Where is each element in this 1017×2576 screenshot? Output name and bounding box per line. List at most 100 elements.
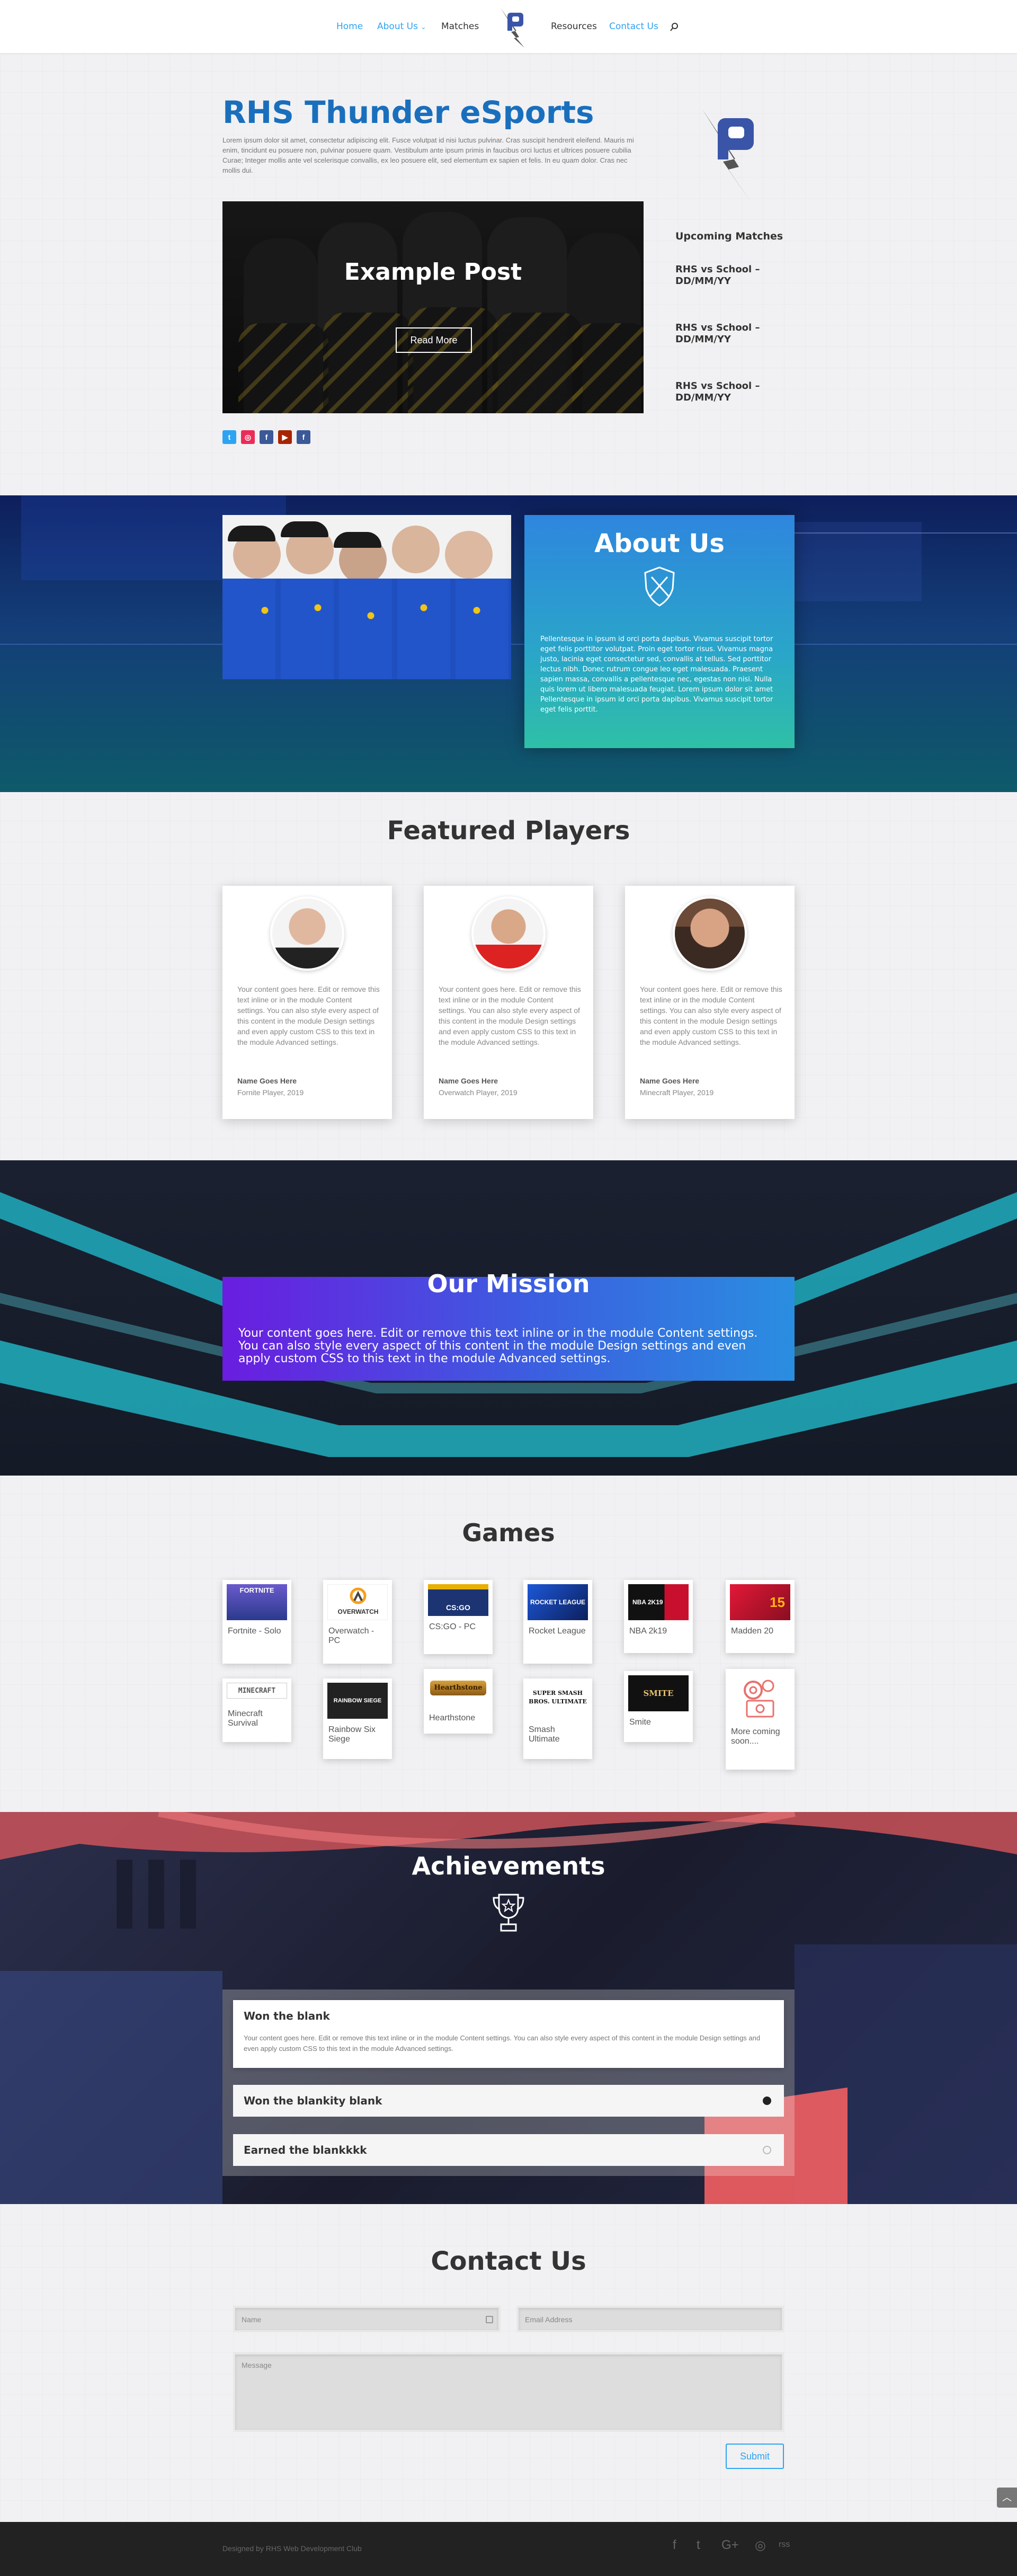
- nav-home[interactable]: Home: [336, 21, 363, 32]
- game-label: Smash Ultimate: [529, 1725, 560, 1744]
- hearthstone-logo: Hearthstone: [430, 1681, 486, 1695]
- game-card-more[interactable]: More coming soon....: [726, 1669, 795, 1770]
- overwatch-thumbnail: OVERWATCH: [327, 1584, 388, 1620]
- game-label: Rainbow Six Siege: [328, 1725, 376, 1744]
- page-title: RHS Thunder eSports: [222, 94, 594, 130]
- facebook-icon-2[interactable]: f: [297, 430, 310, 444]
- player-card: Your content goes here. Edit or remove t…: [625, 886, 795, 1119]
- game-label: Overwatch - PC: [328, 1627, 374, 1645]
- nav-matches[interactable]: Matches: [441, 21, 479, 32]
- instagram-icon[interactable]: ◎: [755, 2538, 766, 2553]
- accordion-title: Won the blank: [244, 2010, 330, 2022]
- game-label: More coming soon....: [731, 1727, 780, 1746]
- match-item: RHS vs School – DD/MM/YY: [675, 264, 760, 287]
- game-card-csgo[interactable]: CS:GO CS:GO - PC: [424, 1580, 493, 1654]
- nav-resources[interactable]: Resources: [551, 21, 597, 32]
- google-plus-icon[interactable]: G+: [721, 2538, 739, 2553]
- youtube-icon[interactable]: ▶: [278, 430, 292, 444]
- match-item: RHS vs School – DD/MM/YY: [675, 322, 760, 345]
- name-placeholder: Name: [242, 2315, 262, 2324]
- player-role: Overwatch Player, 2019: [439, 1088, 518, 1097]
- email-placeholder: Email Address: [525, 2315, 573, 2324]
- rss-icon[interactable]: rss: [779, 2540, 790, 2550]
- site-footer: Designed by RHS Web Development Club f t…: [0, 2522, 1017, 2576]
- trophy-icon: [493, 1894, 524, 1932]
- instagram-icon[interactable]: ◎: [241, 430, 255, 444]
- player-role: Minecraft Player, 2019: [640, 1088, 714, 1097]
- twitter-icon[interactable]: t: [222, 430, 236, 444]
- game-card-smash[interactable]: SUPER SMASH BROS. ULTIMATE Smash Ultimat…: [523, 1678, 592, 1759]
- back-to-top-button[interactable]: ︿: [997, 2488, 1017, 2508]
- autofill-icon[interactable]: [486, 2316, 493, 2323]
- game-card-rainbow-six[interactable]: RAINBOW SIEGE Rainbow Six Siege: [323, 1678, 392, 1759]
- accordion-text: Your content goes here. Edit or remove t…: [244, 2034, 761, 2053]
- facebook-icon[interactable]: f: [260, 430, 273, 444]
- game-label: NBA 2k19: [629, 1627, 667, 1636]
- site-header: Home About Us ⌄ Matches Resources Contac…: [0, 0, 1017, 53]
- fortnite-thumbnail: FORTNITE: [227, 1584, 287, 1620]
- game-label: Rocket League: [529, 1627, 586, 1636]
- mission-text: Your content goes here. Edit or remove t…: [238, 1327, 758, 1365]
- message-field[interactable]: Message: [233, 2352, 784, 2432]
- accordion-toggle-icon[interactable]: [763, 2146, 771, 2154]
- nba-thumbnail: NBA 2K19: [628, 1584, 689, 1620]
- player-card: Your content goes here. Edit or remove t…: [222, 886, 392, 1119]
- player-bio: Your content goes here. Edit or remove t…: [439, 985, 581, 1046]
- accordion-item-open[interactable]: Won the blank Your content goes here. Ed…: [233, 2000, 784, 2068]
- email-field[interactable]: Email Address: [516, 2306, 784, 2332]
- avatar: [270, 896, 344, 971]
- about-text: Pellentesque in ipsum id orci porta dapi…: [540, 635, 773, 714]
- twitter-icon[interactable]: t: [697, 2538, 700, 2553]
- submit-button[interactable]: Submit: [726, 2444, 784, 2469]
- chevron-down-icon: ⌄: [421, 23, 426, 31]
- name-field[interactable]: Name: [233, 2306, 501, 2332]
- game-label: CS:GO - PC: [429, 1622, 476, 1631]
- game-card-overwatch[interactable]: OVERWATCH Overwatch - PC: [323, 1580, 392, 1664]
- accordion-item[interactable]: Won the blankity blank: [233, 2085, 784, 2117]
- accordion-title: Earned the blankkkk: [244, 2144, 367, 2156]
- footer-credit: Designed by RHS Web Development Club: [222, 2544, 362, 2553]
- read-more-button[interactable]: Read More: [396, 327, 472, 353]
- players-title: Featured Players: [387, 816, 630, 846]
- game-card-madden[interactable]: 15 Madden 20: [726, 1580, 795, 1653]
- game-label: Smite: [629, 1718, 651, 1727]
- hero-intro: Lorem ipsum dolor sit amet, consectetur …: [222, 136, 634, 174]
- player-card: Your content goes here. Edit or remove t…: [424, 886, 593, 1119]
- post-title: Example Post: [344, 259, 522, 286]
- nav-contact-us[interactable]: Contact Us: [609, 21, 658, 32]
- accordion-title: Won the blankity blank: [244, 2094, 382, 2107]
- csgo-thumbnail: CS:GO: [428, 1584, 488, 1616]
- avatar: [673, 896, 747, 971]
- game-label: Hearthstone: [429, 1713, 476, 1722]
- message-placeholder: Message: [242, 2361, 272, 2369]
- search-icon[interactable]: [670, 22, 679, 32]
- match-item: RHS vs School – DD/MM/YY: [675, 380, 760, 403]
- team-photo: [222, 515, 511, 679]
- game-card-hearthstone[interactable]: Hearthstone Hearthstone: [424, 1669, 493, 1734]
- featured-post[interactable]: Example Post Read More: [222, 201, 644, 413]
- game-label: Fortnite - Solo: [228, 1627, 281, 1636]
- player-bio: Your content goes here. Edit or remove t…: [640, 985, 782, 1046]
- games-title: Games: [462, 1518, 555, 1547]
- rocket-league-thumbnail: ROCKET LEAGUE: [528, 1584, 588, 1620]
- game-card-smite[interactable]: SMITE Smite: [624, 1671, 693, 1742]
- site-logo[interactable]: [498, 5, 530, 48]
- about-card: About Us Pellentesque in ipsum id orci p…: [524, 515, 795, 748]
- game-card-nba[interactable]: NBA 2K19 NBA 2k19: [624, 1580, 693, 1653]
- contact-title: Contact Us: [431, 2246, 586, 2276]
- facebook-icon[interactable]: f: [673, 2538, 676, 2553]
- nav-about-label: About Us: [377, 21, 418, 32]
- mission-title: Our Mission: [427, 1269, 590, 1298]
- player-bio: Your content goes here. Edit or remove t…: [237, 985, 380, 1046]
- accordion-item[interactable]: Earned the blankkkk: [233, 2134, 784, 2166]
- achievements-title: Achievements: [412, 1852, 605, 1880]
- nav-about-us[interactable]: About Us ⌄: [377, 21, 426, 32]
- accordion-toggle-icon[interactable]: [763, 2097, 771, 2105]
- overwatch-logo-icon: [350, 1587, 367, 1604]
- game-card-rocket-league[interactable]: ROCKET LEAGUE Rocket League: [523, 1580, 592, 1664]
- player-name: Name Goes Here: [439, 1077, 498, 1085]
- game-card-fortnite[interactable]: FORTNITE Fortnite - Solo: [222, 1580, 291, 1664]
- minecraft-thumbnail: MINECRAFT: [227, 1683, 287, 1699]
- player-role: Fornite Player, 2019: [237, 1088, 304, 1097]
- game-card-minecraft[interactable]: MINECRAFT Minecraft Survival: [222, 1678, 291, 1742]
